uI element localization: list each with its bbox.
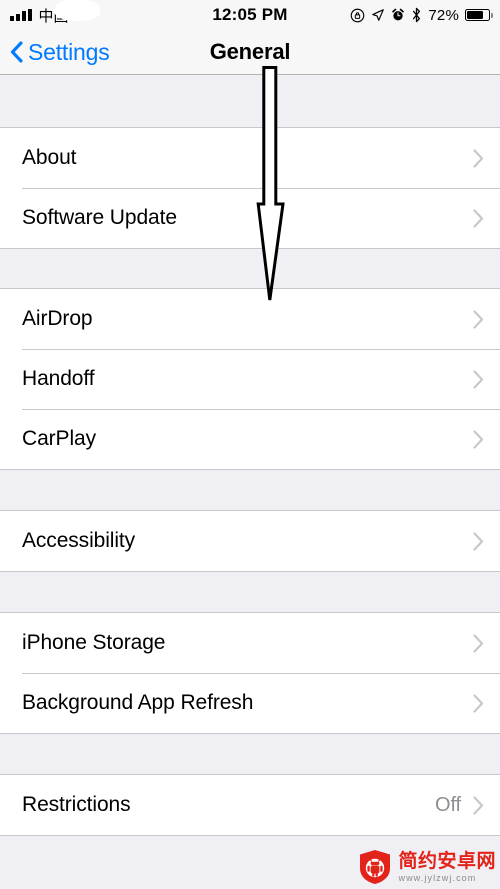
row-label: CarPlay [22, 427, 96, 450]
group-gap [0, 734, 500, 774]
watermark-url: www.jylzwj.com [398, 872, 477, 883]
row-carplay[interactable]: CarPlay [0, 409, 500, 469]
row-background-app-refresh[interactable]: Background App Refresh [0, 673, 500, 733]
bluetooth-icon [413, 7, 421, 23]
cellular-signal-icon [10, 9, 32, 21]
row-label: Software Update [22, 206, 177, 229]
settings-group-1: About Software Update [0, 127, 500, 249]
row-label: About [22, 146, 77, 169]
settings-group-5: Restrictions Off [0, 774, 500, 836]
site-watermark: 简约安卓网 www.jylzwj.com [358, 849, 496, 885]
battery-icon [465, 9, 493, 21]
row-software-update[interactable]: Software Update [0, 188, 500, 248]
status-bar-left: 中国 [10, 0, 350, 26]
chevron-right-icon [473, 309, 484, 329]
status-bar: 中国 12:05 PM 72% [0, 0, 500, 30]
group-gap [0, 572, 500, 612]
image-smudge-overlay [54, 0, 100, 21]
row-accessibility[interactable]: Accessibility [0, 511, 500, 571]
chevron-left-icon [10, 41, 23, 63]
rotation-lock-icon [351, 8, 365, 22]
back-button-label: Settings [28, 38, 110, 65]
chevron-right-icon [473, 369, 484, 389]
row-label: Background App Refresh [22, 691, 254, 714]
row-value-restrictions: Off [434, 793, 461, 816]
watermark-text: 简约安卓网 www.jylzwj.com [398, 852, 496, 883]
chevron-right-icon [473, 795, 484, 815]
chevron-right-icon [473, 531, 484, 551]
row-handoff[interactable]: Handoff [0, 349, 500, 409]
row-label: Restrictions [22, 793, 131, 816]
status-bar-right: 72% [350, 6, 493, 24]
android-shield-logo [360, 850, 391, 884]
settings-list: About Software Update AirDrop Handoff Ca… [0, 75, 500, 876]
location-arrow-icon [372, 9, 385, 21]
row-label: Handoff [22, 367, 95, 390]
settings-group-3: Accessibility [0, 510, 500, 572]
chevron-right-icon [473, 693, 484, 713]
row-airdrop[interactable]: AirDrop [0, 289, 500, 349]
row-about[interactable]: About [0, 128, 500, 188]
settings-group-4: iPhone Storage Background App Refresh [0, 612, 500, 734]
row-label: AirDrop [22, 307, 93, 330]
row-iphone-storage[interactable]: iPhone Storage [0, 613, 500, 673]
alarm-clock-icon [392, 8, 405, 21]
row-restrictions[interactable]: Restrictions Off [0, 775, 500, 835]
chevron-right-icon [473, 148, 484, 168]
iphone-screen: 中国 12:05 PM 72% Settings General About S… [0, 0, 500, 889]
chevron-right-icon [473, 633, 484, 653]
group-gap [0, 75, 500, 127]
row-label: Accessibility [22, 529, 136, 552]
row-label: iPhone Storage [22, 631, 166, 654]
chevron-right-icon [473, 429, 484, 449]
battery-percentage: 72% [428, 6, 459, 24]
back-button-settings[interactable]: Settings [0, 39, 110, 66]
watermark-site-name: 简约安卓网 [398, 850, 496, 872]
navigation-bar: Settings General [0, 30, 500, 75]
settings-group-2: AirDrop Handoff CarPlay [0, 288, 500, 470]
group-gap [0, 249, 500, 288]
chevron-right-icon [473, 208, 484, 228]
group-gap [0, 470, 500, 510]
